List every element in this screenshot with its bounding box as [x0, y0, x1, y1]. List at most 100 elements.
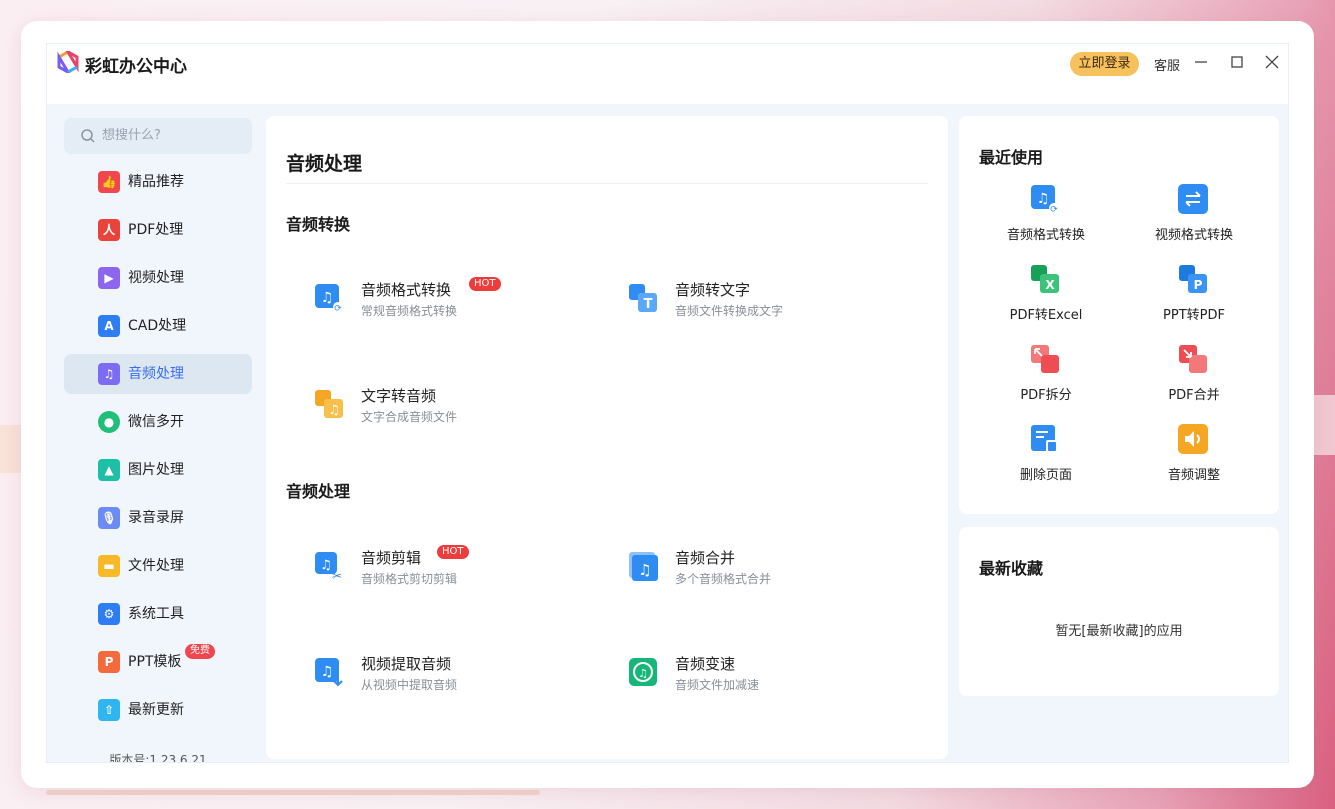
sidebar-item-audio[interactable]: ♫ 音频处理 [64, 354, 252, 394]
section-title-audio-convert: 音频转换 [286, 215, 351, 234]
upload-icon: ⇧ [98, 699, 120, 721]
customer-service-link[interactable]: 客服 [1154, 55, 1180, 74]
audio-merge-icon: ♫ [629, 552, 658, 581]
tool-desc: 音频文件加减速 [675, 678, 760, 692]
recent-item-ppt-to-pdf[interactable]: P PPT转PDF [1119, 264, 1269, 324]
svg-text:♫: ♫ [638, 667, 648, 680]
audio-to-text-icon: T [629, 284, 657, 312]
tool-audio-to-text[interactable]: T 音频转文字 音频文件转换成文字 [600, 279, 900, 329]
search-placeholder: 想搜什么? [102, 128, 161, 143]
sidebar-item-label: CAD处理 [128, 318, 187, 334]
wechat-icon: ● [98, 411, 120, 433]
favorites-panel: 最新收藏 暂无[最新收藏]的应用 [959, 527, 1279, 696]
recent-item-pdf-to-excel[interactable]: X PDF转Excel [971, 264, 1121, 324]
app-frame: 彩虹办公中心 立即登录 客服 想搜什么? 👍 精品推荐 人 PDF处理 ▶ 视频… [46, 43, 1289, 763]
svg-text:♫: ♫ [1037, 191, 1050, 207]
hot-badge: HOT [437, 545, 469, 559]
sidebar-item-image[interactable]: ▲ 图片处理 [64, 450, 252, 490]
audio-cut-icon: ♫ ✂ [315, 552, 342, 581]
tool-name: 文字转音频 [361, 387, 437, 405]
minimize-icon[interactable] [1192, 53, 1210, 71]
svg-text:✂: ✂ [332, 569, 342, 581]
gear-icon: ⚙ [98, 603, 120, 625]
favorites-title: 最新收藏 [979, 559, 1044, 578]
svg-text:⟳: ⟳ [334, 304, 342, 313]
sidebar-item-label: 文件处理 [128, 558, 184, 574]
sidebar-item-pdf[interactable]: 人 PDF处理 [64, 210, 252, 250]
tool-audio-format-convert[interactable]: ♫ ⟳ 音频格式转换 HOT 常规音频格式转换 [286, 277, 586, 329]
sidebar-item-updates[interactable]: ⇧ 最新更新 [64, 690, 252, 730]
search-icon [81, 129, 95, 143]
recent-panel: 最近使用 ♫ ⟳ 音频格式转换 视频格式转换 X PDF转Excel P PPT… [959, 116, 1279, 514]
video-convert-icon [1178, 184, 1208, 214]
hot-badge: HOT [469, 277, 501, 291]
recent-item-label: 视频格式转换 [1154, 228, 1233, 243]
tool-name: 音频剪辑 [361, 549, 422, 567]
recent-item-delete-page[interactable]: 删除页面 [971, 424, 1121, 484]
app-title: 彩虹办公中心 [85, 57, 187, 77]
tool-desc: 常规音频格式转换 [361, 304, 458, 318]
sidebar-item-label: 系统工具 [128, 606, 184, 622]
image-icon: ▲ [98, 459, 120, 481]
audio-convert-icon: ♫ ⟳ [1031, 185, 1059, 214]
sidebar-item-record[interactable]: 🎙 录音录屏 [64, 498, 252, 538]
svg-text:T: T [644, 297, 653, 312]
version-label: 版本号:1.23.6.21 [109, 753, 207, 763]
delete-page-icon [1031, 425, 1058, 453]
tool-audio-merge[interactable]: ♫ 音频合并 多个音频格式合并 [600, 547, 900, 597]
recent-item-label: PDF拆分 [1020, 388, 1072, 403]
recent-item-label: 音频调整 [1167, 468, 1220, 483]
close-icon[interactable] [1263, 53, 1281, 71]
recent-item-pdf-merge[interactable]: PDF合并 [1119, 344, 1269, 404]
video-play-icon: ▶ [98, 267, 120, 289]
tool-audio-speed[interactable]: ♫ 音频变速 音频文件加减速 [600, 653, 900, 703]
sidebar-item-recommended[interactable]: 👍 精品推荐 [64, 162, 252, 202]
tool-desc: 从视频中提取音频 [361, 678, 458, 692]
tool-text-to-audio[interactable]: ♫ 文字转音频 文字合成音频文件 [286, 385, 586, 435]
tool-desc: 多个音频格式合并 [675, 572, 772, 586]
music-note-icon: ♫ [98, 363, 120, 385]
audio-convert-icon: ♫ ⟳ [315, 284, 343, 313]
ppt-to-pdf-icon: P [1179, 265, 1207, 293]
text-to-audio-icon: ♫ [315, 390, 343, 418]
microphone-icon: 🎙 [98, 507, 120, 529]
ppt-icon: P [98, 651, 120, 673]
svg-text:P: P [1194, 278, 1203, 292]
sidebar-item-ppt-template[interactable]: P PPT模板 免费 [64, 642, 252, 682]
recent-item-video-convert[interactable]: 视频格式转换 [1119, 184, 1269, 244]
recent-item-pdf-split[interactable]: PDF拆分 [971, 344, 1121, 404]
sidebar-item-label: 精品推荐 [128, 174, 184, 190]
sidebar-item-video[interactable]: ▶ 视频处理 [64, 258, 252, 298]
divider [286, 183, 928, 184]
svg-text:♫: ♫ [321, 290, 334, 306]
sidebar-item-label: 图片处理 [128, 462, 184, 478]
sidebar-item-label: 微信多开 [128, 414, 184, 430]
sidebar-item-wechat[interactable]: ● 微信多开 [64, 402, 252, 442]
sidebar-item-label: PPT模板 [128, 654, 182, 670]
recent-item-audio-convert[interactable]: ♫ ⟳ 音频格式转换 [971, 184, 1121, 244]
tool-audio-cut[interactable]: ♫ ✂ 音频剪辑 HOT 音频格式剪切剪辑 [286, 545, 586, 597]
audio-adjust-icon [1178, 424, 1208, 454]
login-button[interactable]: 立即登录 [1070, 52, 1139, 76]
sidebar-item-cad[interactable]: A CAD处理 [64, 306, 252, 346]
cad-icon: A [98, 315, 120, 337]
section-title-audio-processing: 音频处理 [286, 482, 351, 501]
svg-text:♫: ♫ [320, 558, 332, 573]
tool-name: 音频转文字 [675, 281, 751, 299]
tool-name: 音频合并 [675, 549, 736, 567]
maximize-icon[interactable] [1228, 53, 1246, 71]
pdf-merge-icon [1179, 345, 1207, 373]
tool-name: 音频格式转换 [361, 281, 452, 299]
sidebar-item-file[interactable]: ▬ 文件处理 [64, 546, 252, 586]
sidebar-item-label: 录音录屏 [128, 510, 184, 526]
sidebar-item-system-tools[interactable]: ⚙ 系统工具 [64, 594, 252, 634]
folder-icon: ▬ [98, 555, 120, 577]
tool-name: 视频提取音频 [361, 655, 452, 673]
pdf-split-icon [1031, 345, 1059, 373]
audio-speed-icon: ♫ [629, 658, 657, 686]
main-panel: 音频处理 音频转换 ♫ ⟳ 音频格式转换 HOT 常规音频格式转换 T 音频转文… [266, 116, 948, 759]
search-input[interactable]: 想搜什么? [64, 118, 252, 154]
thumbs-up-icon: 👍 [98, 171, 120, 193]
recent-item-audio-adjust[interactable]: 音频调整 [1119, 424, 1269, 484]
tool-video-extract-audio[interactable]: ♫ 视频提取音频 从视频中提取音频 [286, 653, 586, 703]
